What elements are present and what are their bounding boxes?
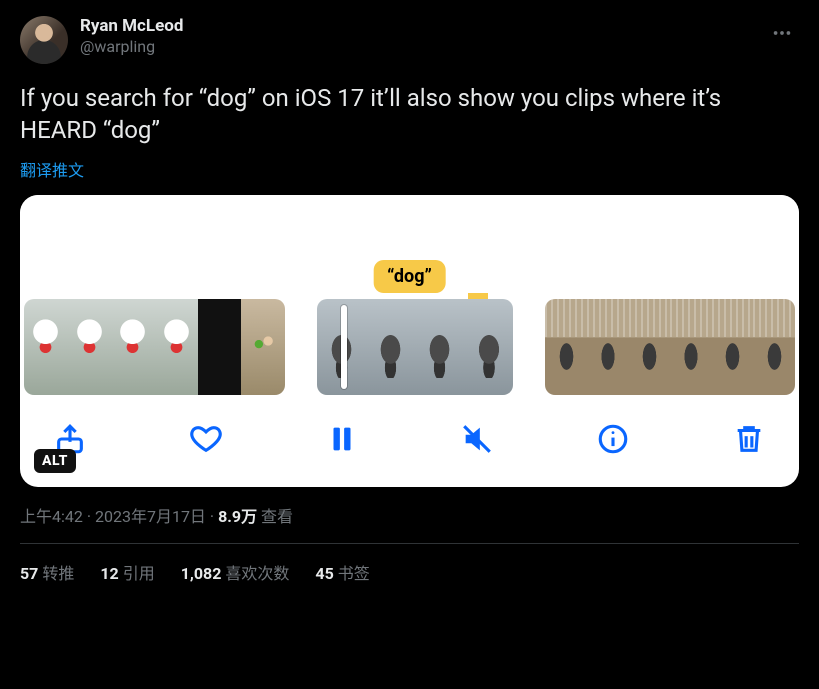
tweet-header: Ryan McLeod @warpling xyxy=(20,16,799,64)
views-label: 查看 xyxy=(257,507,293,526)
alt-badge[interactable]: ALT xyxy=(34,449,76,473)
delete-button[interactable] xyxy=(727,417,771,461)
media-toolbar xyxy=(20,395,799,487)
clip-frame xyxy=(587,299,629,395)
speaker-muted-icon xyxy=(460,422,494,456)
clip-group-3[interactable] xyxy=(545,299,795,395)
more-button[interactable] xyxy=(765,16,799,50)
pause-icon xyxy=(325,422,359,456)
playhead[interactable] xyxy=(341,305,347,389)
media-card[interactable]: “dog” xyxy=(20,195,799,487)
clip-frame xyxy=(24,299,67,395)
trash-icon xyxy=(732,422,766,456)
translate-link[interactable]: 翻译推文 xyxy=(20,157,84,181)
tweet-stats: 57转推 12引用 1,082喜欢次数 45书签 xyxy=(20,560,799,584)
clip-frame xyxy=(198,299,241,395)
clip-frame xyxy=(545,299,587,395)
clip-frame xyxy=(629,299,671,395)
info-button[interactable] xyxy=(591,417,635,461)
video-timeline[interactable] xyxy=(20,299,799,395)
likes-stat[interactable]: 1,082喜欢次数 xyxy=(181,560,290,584)
clip-frame xyxy=(415,299,464,395)
clip-frame xyxy=(111,299,154,395)
retweets-stat[interactable]: 57转推 xyxy=(20,560,74,584)
clip-frame xyxy=(464,299,513,395)
pause-button[interactable] xyxy=(320,417,364,461)
clip-group-2[interactable] xyxy=(317,299,514,395)
avatar[interactable] xyxy=(20,16,68,64)
tweet-meta: 上午4:42 · 2023年7月17日 · 8.9万 查看 xyxy=(20,503,799,527)
bookmarks-stat[interactable]: 45书签 xyxy=(315,560,369,584)
info-icon xyxy=(596,422,630,456)
quotes-stat[interactable]: 12引用 xyxy=(100,560,154,584)
clip-frame xyxy=(154,299,197,395)
heart-icon xyxy=(189,422,223,456)
like-button[interactable] xyxy=(184,417,228,461)
clip-frame xyxy=(753,299,795,395)
clip-frame xyxy=(712,299,754,395)
clip-frame xyxy=(241,299,284,395)
display-name: Ryan McLeod xyxy=(80,16,183,37)
author-block[interactable]: Ryan McLeod @warpling xyxy=(80,16,183,57)
tweet-text: If you search for “dog” on iOS 17 it’ll … xyxy=(20,82,799,147)
ellipsis-icon xyxy=(771,22,793,44)
media-top-area: “dog” xyxy=(20,195,799,299)
tweet-container: Ryan McLeod @warpling If you search for … xyxy=(0,0,819,600)
divider xyxy=(20,543,799,544)
meta-time[interactable]: 上午4:42 xyxy=(20,507,83,526)
mute-button[interactable] xyxy=(455,417,499,461)
clip-frame xyxy=(67,299,110,395)
views-count: 8.9万 xyxy=(218,507,257,526)
meta-date[interactable]: 2023年7月17日 xyxy=(95,507,206,526)
clip-frame xyxy=(670,299,712,395)
handle: @warpling xyxy=(80,37,183,57)
clip-frame xyxy=(366,299,415,395)
clip-group-1[interactable] xyxy=(24,299,285,395)
search-term-chip: “dog” xyxy=(373,260,446,293)
